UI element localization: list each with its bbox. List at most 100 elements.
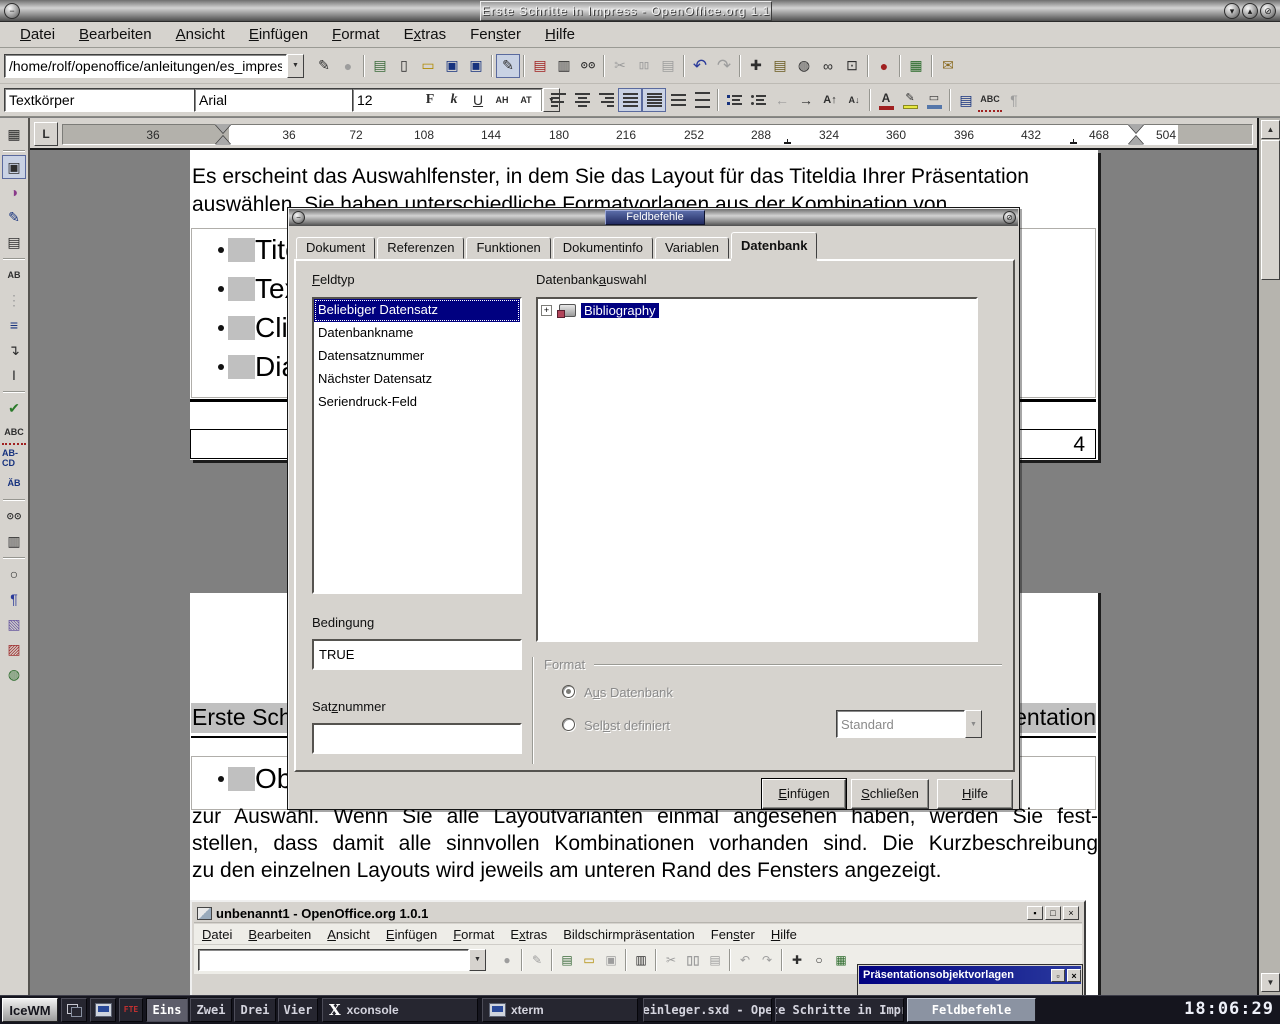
- menu-ansicht[interactable]: Ansicht: [319, 926, 378, 943]
- tree-row[interactable]: + Bibliography: [538, 299, 976, 322]
- decrease-font-icon[interactable]: A↓: [842, 88, 866, 112]
- window-list-button[interactable]: [61, 998, 87, 1022]
- task-cd-einleger[interactable]: cd-einleger.sxd - Ope...: [643, 998, 772, 1022]
- nonprinting-chars-icon[interactable]: ¶: [1002, 88, 1026, 112]
- save-icon[interactable]: ▣: [600, 949, 622, 971]
- increase-indent-icon[interactable]: →: [794, 88, 818, 112]
- thesaurus-icon[interactable]: ÄB: [2, 471, 26, 495]
- line-spacing-2-icon[interactable]: [690, 88, 714, 112]
- window-titlebar[interactable]: − Erste Schritte in Impress - OpenOffice…: [0, 0, 1280, 22]
- autospellcheck-icon[interactable]: ABC: [2, 421, 26, 445]
- align-justify-icon[interactable]: [618, 88, 642, 112]
- scroll-up-icon[interactable]: ▲: [1261, 120, 1280, 139]
- underline-icon[interactable]: U: [466, 88, 490, 112]
- export-pdf-icon[interactable]: ▤: [528, 54, 552, 78]
- edit-mode-icon[interactable]: ✎: [526, 949, 548, 971]
- gallery-icon[interactable]: ▦: [830, 949, 852, 971]
- menu-extras[interactable]: Extras: [502, 926, 555, 943]
- tab-type-button[interactable]: L: [34, 122, 58, 146]
- menu-einfuegen[interactable]: Einfügen: [378, 926, 445, 943]
- italic-icon[interactable]: k: [442, 88, 466, 112]
- cut-icon[interactable]: ✂: [608, 54, 632, 78]
- insert-table-icon[interactable]: ▦: [2, 122, 26, 146]
- close-icon[interactable]: ⊘: [1260, 3, 1276, 19]
- minimize-icon[interactable]: ▪: [1027, 906, 1043, 920]
- feldbefehle-dialog[interactable]: − Feldbefehle ⊘ Dokument Referenzen Funk…: [287, 207, 1020, 810]
- subscript-icon[interactable]: AT: [514, 88, 538, 112]
- list-item[interactable]: Beliebiger Datensatz: [314, 299, 520, 322]
- insert-marks-icon[interactable]: ⋮: [2, 288, 26, 312]
- embedded-window[interactable]: unbenannt1 - OpenOffice.org 1.0.1 ▪ □ × …: [190, 900, 1086, 998]
- menu-datei[interactable]: Datei: [8, 24, 67, 45]
- url-combo[interactable]: ▼: [4, 54, 304, 78]
- hilfe-button[interactable]: Hilfe: [937, 779, 1013, 809]
- format-select[interactable]: Standard ▼: [836, 710, 982, 738]
- save-all-icon[interactable]: ▣: [464, 54, 488, 78]
- tab-referenzen[interactable]: Referenzen: [377, 237, 464, 259]
- menu-fenster[interactable]: Fenster: [703, 926, 763, 943]
- url-dropdown-icon[interactable]: ▼: [469, 949, 486, 971]
- demote-list-icon[interactable]: ↴: [2, 338, 26, 362]
- print-icon[interactable]: ▥: [630, 949, 652, 971]
- undo-icon[interactable]: ↶: [688, 54, 712, 78]
- stop-loading-icon[interactable]: ●: [496, 949, 518, 971]
- tree-item-label[interactable]: Bibliography: [581, 303, 659, 318]
- copy-icon[interactable]: ▯▯: [682, 949, 704, 971]
- menu-bildschirmpraesentation[interactable]: Bildschirmpräsentation: [555, 926, 703, 943]
- direct-cursor-icon[interactable]: I: [2, 363, 26, 387]
- menu-bearbeiten[interactable]: Bearbeiten: [240, 926, 319, 943]
- tab-datenbank[interactable]: Datenbank: [731, 232, 817, 259]
- minimize-icon[interactable]: ▾: [1224, 3, 1240, 19]
- selbst-definiert-radio[interactable]: [562, 718, 575, 731]
- font-name-combo[interactable]: ▼: [194, 88, 344, 112]
- tab-stop-marker[interactable]: [784, 139, 791, 144]
- increase-font-icon[interactable]: A↑: [818, 88, 842, 112]
- bold-icon[interactable]: F: [418, 88, 442, 112]
- vertical-scrollbar[interactable]: ▲ ▼: [1257, 118, 1280, 995]
- scrollbar-thumb[interactable]: [1261, 140, 1280, 280]
- navigator-icon[interactable]: ✚: [786, 949, 808, 971]
- background-color-icon[interactable]: ▭: [922, 88, 946, 112]
- schliessen-button[interactable]: Schließen: [851, 779, 929, 809]
- graphics-onoff-icon[interactable]: ▧: [2, 612, 26, 636]
- task-xterm[interactable]: xterm: [482, 998, 638, 1022]
- scroll-down-icon[interactable]: ▼: [1261, 973, 1280, 992]
- list-item[interactable]: Nächster Datensatz: [314, 368, 520, 391]
- bullets-icon[interactable]: [746, 88, 770, 112]
- database-tree[interactable]: + Bibliography: [536, 297, 978, 642]
- numbering-onoff-icon[interactable]: ≡: [2, 313, 26, 337]
- menu-einfuegen[interactable]: Einfügen: [237, 24, 320, 45]
- superscript-icon[interactable]: AH: [490, 88, 514, 112]
- navigator-icon[interactable]: ✚: [744, 54, 768, 78]
- copy-icon[interactable]: ▯▯: [632, 54, 656, 78]
- maximize-icon[interactable]: □: [1045, 906, 1061, 920]
- window-menu-icon[interactable]: −: [4, 3, 20, 19]
- data-sources-icon[interactable]: ▥: [2, 529, 26, 553]
- feldtyp-listbox[interactable]: Beliebiger Datensatz Datenbankname Daten…: [312, 297, 522, 594]
- url-input[interactable]: [198, 949, 469, 971]
- new-document-icon[interactable]: ▯: [392, 54, 416, 78]
- format-select-arrow-icon[interactable]: ▼: [965, 710, 982, 738]
- zoom-icon[interactable]: ○: [2, 562, 26, 586]
- align-left-icon[interactable]: [546, 88, 570, 112]
- url-input[interactable]: [4, 54, 287, 78]
- find-replace-icon[interactable]: ⊙⊙: [576, 54, 600, 78]
- embedded-titlebar[interactable]: unbenannt1 - OpenOffice.org 1.0.1 ▪ □ ×: [194, 904, 1082, 923]
- tab-dokumentinfo[interactable]: Dokumentinfo: [553, 237, 653, 259]
- start-button[interactable]: IceWM: [2, 998, 58, 1022]
- tab-variablen[interactable]: Variablen: [655, 237, 729, 259]
- panel-titlebar[interactable]: Präsentationsobjektvorlagen ▫ ×: [859, 966, 1081, 984]
- hyphenation-icon[interactable]: AB-CD: [2, 446, 26, 470]
- style-input[interactable]: [4, 88, 195, 112]
- cut-icon[interactable]: ✂: [660, 949, 682, 971]
- stylist-icon[interactable]: ▤: [768, 54, 792, 78]
- task-feldbefehle[interactable]: Feldbefehle: [907, 998, 1036, 1022]
- panel-close-icon[interactable]: ×: [1067, 969, 1081, 982]
- spellcheck-icon[interactable]: ✔: [2, 396, 26, 420]
- workspace-drei[interactable]: Drei: [234, 998, 276, 1022]
- undo-icon[interactable]: ↶: [734, 949, 756, 971]
- open-icon[interactable]: ▭: [578, 949, 600, 971]
- terminal-launcher-button[interactable]: [90, 998, 116, 1022]
- menu-ansicht[interactable]: Ansicht: [164, 24, 237, 45]
- redo-icon[interactable]: ↷: [756, 949, 778, 971]
